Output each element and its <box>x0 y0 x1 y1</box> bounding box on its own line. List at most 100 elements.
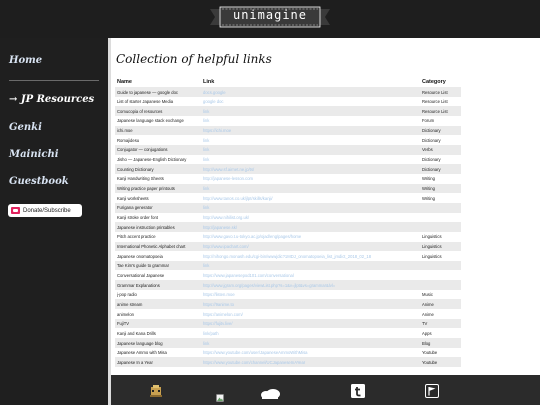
cell-category: Youtube <box>422 359 438 365</box>
cell-name: Conjugator — conjugations <box>117 147 168 153</box>
cell-name: Kanji stroke order font <box>117 215 158 221</box>
cell-link[interactable]: http://www.nihilist.org.uk/ <box>203 215 419 220</box>
cell-link[interactable]: http://www.gavo.t.u-tokyo.ac.jp/ojad/eng… <box>203 234 419 239</box>
page-title: Collection of helpful links <box>116 52 272 66</box>
column-header-category: Category <box>422 79 446 85</box>
cell-category: Linguistics <box>422 234 442 240</box>
table-row: Jisho — Japanese-English Dictionary link D… <box>115 155 461 165</box>
cell-link[interactable]: https://www.youtube.com/channel/UCJapane… <box>203 360 419 365</box>
cell-link[interactable]: https://ichi.moe <box>203 128 419 133</box>
cell-name: Counting Dictionary <box>117 166 154 172</box>
kofi-cup-icon <box>11 207 20 214</box>
table-row: animelon https://animelon.com/Anime <box>115 309 461 319</box>
cell-name: Japanese instruction printables <box>117 224 175 230</box>
main-content: Collection of helpful links Name Link Ca… <box>108 38 540 375</box>
table-row: Conversational Japanese https://www.japan… <box>115 270 461 280</box>
sidebar-item-mainichi[interactable]: Mainichi <box>9 149 59 160</box>
cell-link[interactable]: https://www.japanesepod101.com/conversat… <box>203 273 419 278</box>
cell-name: anime stream <box>117 301 143 307</box>
tumblr-icon[interactable] <box>351 383 365 402</box>
table-row: Kanji and Kana Drills link/path Apps <box>115 328 461 338</box>
table-row: Pitch accent practice http://www.gavo.t.u… <box>115 232 461 242</box>
cell-link[interactable]: http://www.ipachart.com/ <box>203 244 419 249</box>
table-row: j-pop radio https://listen.moe Music <box>115 290 461 300</box>
table-row: Writing practice paper printouts link Writ… <box>115 183 461 194</box>
soundcloud-icon[interactable] <box>259 384 281 403</box>
cell-name: Furigana generator <box>117 205 153 211</box>
cell-name: Writing practice paper printouts <box>117 186 175 192</box>
cell-name: Conversational Japanese <box>117 272 165 278</box>
sidebar-item-home[interactable]: Home <box>9 55 42 66</box>
cell-name: ichi.moe <box>117 128 133 134</box>
table-row: Romajidesu link Dictionary <box>115 135 461 145</box>
cell-link[interactable]: link <box>203 109 419 114</box>
site-logo[interactable]: unimagine <box>210 5 330 29</box>
sidebar-item-guestbook[interactable]: Guestbook <box>9 176 69 187</box>
table-row: Furigana generator link <box>115 202 461 213</box>
pixel-art-icon[interactable] <box>149 383 163 402</box>
cell-category: TV <box>422 321 428 327</box>
links-table: Name Link Category Guide to japanese — g… <box>115 78 461 368</box>
cell-name: Guide to japanese — google doc <box>117 89 178 95</box>
table-row: List of starter Japanese Media google doc… <box>115 97 461 107</box>
cell-category: Dictionary <box>422 166 441 172</box>
table-row: Guide to japanese — google doc docs.googl… <box>115 87 461 97</box>
cell-link[interactable]: http://nihongo.monash.edu/cgi-bin/wwwjdi… <box>203 254 419 259</box>
cell-link[interactable]: google doc <box>203 99 419 104</box>
cell-name: Kanji and Kana Drills <box>117 330 156 336</box>
cell-link[interactable]: http://www.tanos.co.uk/jlpt/skills/kanji… <box>203 196 419 201</box>
cell-name: Kanji worksheets <box>117 195 149 201</box>
cell-category: Resource List <box>422 89 448 95</box>
cell-link[interactable]: https://animelon.com/ <box>203 312 419 317</box>
cell-link[interactable]: https://fujitv.live/ <box>203 321 419 326</box>
cell-name: Japanese onomatopoeia <box>117 253 163 259</box>
cell-name: Japanese Ammo with Misa <box>117 350 167 356</box>
cell-name: j-pop radio <box>117 292 137 298</box>
table-row: Conjugator — conjugations link Verbs <box>115 144 461 155</box>
table-row: Japanese language stack exchange link Foru… <box>115 116 461 126</box>
broken-image-icon[interactable] <box>216 387 224 405</box>
cell-name: Japanese language blog <box>117 340 163 346</box>
cell-category: Linguistics <box>422 244 442 249</box>
column-header-link: Link <box>203 79 215 85</box>
cell-link[interactable]: https://www.youtube.com/user/JapaneseAmm… <box>203 350 419 355</box>
cell-category: Music <box>422 292 433 298</box>
cell-link[interactable]: link <box>203 263 419 268</box>
cell-link[interactable]: https://9anime.to <box>203 302 419 307</box>
sidebar-divider <box>9 80 99 81</box>
cell-link[interactable]: docs.google <box>203 90 419 95</box>
sidebar-item-jp-resources[interactable]: → JP Resources <box>9 94 94 105</box>
table-row: Japanese Ammo with Misa https://www.youtu… <box>115 348 461 358</box>
cell-link[interactable]: link <box>203 147 419 152</box>
table-row: Kanji Handwriting Sheets http://japanese-… <box>115 174 461 184</box>
cell-link[interactable]: http://japanese.sk/ <box>203 225 419 230</box>
cell-link[interactable]: http://www.sf.airnet.ne.jp/ts/ <box>203 167 419 172</box>
sidebar-item-genki[interactable]: Genki <box>9 122 42 133</box>
cell-link[interactable]: link <box>203 341 419 346</box>
table-body: Guide to japanese — google doc docs.googl… <box>115 87 461 368</box>
cell-category: Youtube <box>422 350 438 356</box>
cell-name: Kanji Handwriting Sheets <box>117 176 164 182</box>
flag-icon[interactable] <box>425 383 439 402</box>
cell-link[interactable]: link <box>203 205 419 210</box>
cell-link[interactable]: http://japanese-lesson.com <box>203 176 419 181</box>
cell-name: animelon <box>117 311 134 317</box>
column-header-name: Name <box>117 79 132 85</box>
cell-link[interactable]: http://www.jgram.org/pages/viewList.php?… <box>203 283 419 288</box>
cell-category: Linguistics <box>422 253 442 259</box>
cell-link[interactable]: https://listen.moe <box>203 292 419 297</box>
table-row: ichi.moe https://ichi.moe Dictionary <box>115 125 461 136</box>
table-row: Kanji worksheets http://www.tanos.co.uk/j… <box>115 193 461 203</box>
table-row: Grammar Explanations http://www.jgram.org… <box>115 280 461 290</box>
table-row: International Phonetic Alphabet chart htt… <box>115 241 461 252</box>
cell-category: Dictionary <box>422 157 441 163</box>
cell-link[interactable]: link/path <box>203 331 419 336</box>
top-bar: unimagine <box>0 0 540 38</box>
donate-label: Donate/Subscribe <box>23 207 71 214</box>
cell-link[interactable]: link <box>203 138 419 143</box>
cell-link[interactable]: link <box>203 157 419 162</box>
cell-link[interactable]: link <box>203 186 419 191</box>
donate-button[interactable]: Donate/Subscribe <box>8 204 82 217</box>
cell-link[interactable]: link <box>203 118 419 123</box>
table-row: Japanese onomatopoeia http://nihongo.mona… <box>115 251 461 261</box>
